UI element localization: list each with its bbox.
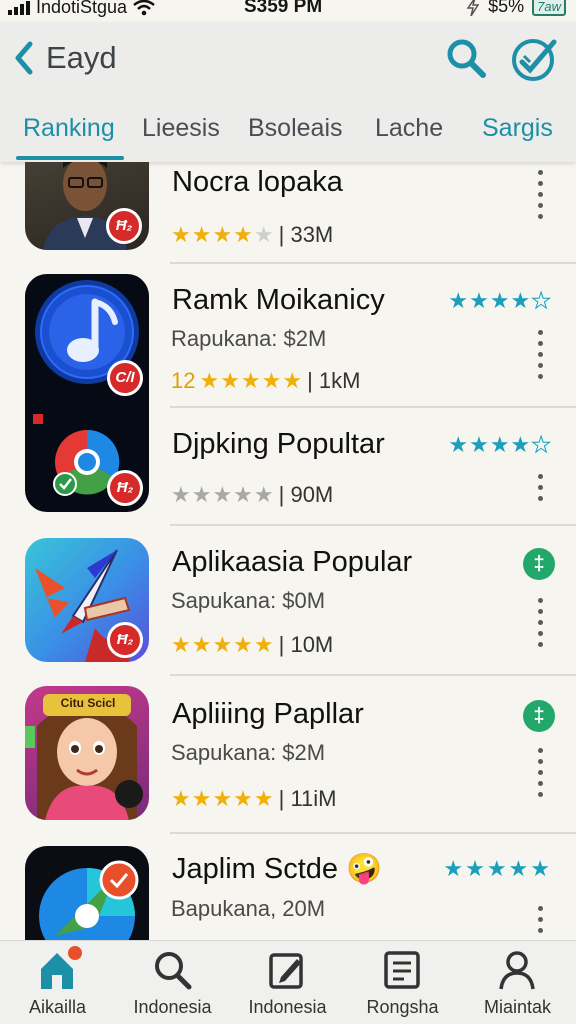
clock: S359 PM xyxy=(244,0,323,17)
tab-lache[interactable]: Lache xyxy=(375,114,443,143)
app-subtitle: Sapukana: $2M xyxy=(171,740,326,765)
right-rating-stars: ★★★★★ xyxy=(448,288,552,314)
right-rating-stars: ★★★★★ xyxy=(448,432,552,458)
tab-sargis[interactable]: Sargis xyxy=(482,114,553,143)
nav-label: Rongsha xyxy=(366,997,439,1017)
download-count: | 11iM xyxy=(278,786,337,811)
nav-item-document[interactable]: Rongsha xyxy=(345,941,460,1024)
page-title: Eayd xyxy=(46,40,117,75)
rating-stars: ★★★★★ xyxy=(171,632,275,657)
app-name: Djpking Popultar xyxy=(172,428,385,460)
notification-dot xyxy=(68,946,82,960)
nav-item-home[interactable]: Aikailla xyxy=(0,941,115,1024)
list-item[interactable]: Ħ₂ Nocra lopaka ★★★★★ | 33M xyxy=(0,162,576,264)
tab-lieesis[interactable]: Lieesis xyxy=(142,114,220,143)
list-item[interactable]: Djpking Popultar ★★★★★ ★★★★★ | 90M xyxy=(0,408,576,526)
tab-ranking[interactable]: Ranking xyxy=(23,114,115,143)
more-options-icon[interactable] xyxy=(533,330,547,379)
back-arrow-icon[interactable] xyxy=(8,36,40,80)
rating-stars: ★★★★★ xyxy=(199,368,304,393)
tab-bsoleais[interactable]: Bsoleais xyxy=(248,114,343,143)
app-name: Aplikaasia Popular xyxy=(172,546,413,578)
compass-globe-icon xyxy=(25,846,149,940)
nav-item-profile[interactable]: Miaintak xyxy=(460,941,575,1024)
more-options-icon[interactable] xyxy=(533,474,547,501)
app-ranking-list: Ħ₂ Nocra lopaka ★★★★★ | 33M C/I Ħ₂ Ramk … xyxy=(0,162,576,940)
rating-stars: ★★★★★ xyxy=(171,786,275,811)
active-tab-indicator xyxy=(16,156,124,160)
download-count: | 90M xyxy=(278,482,334,507)
battery-icon: 7aw xyxy=(532,0,566,16)
wifi-icon xyxy=(133,0,155,15)
search-icon[interactable] xyxy=(444,36,488,80)
nav-label: Miaintak xyxy=(483,997,552,1017)
right-rating-stars: ★★★★★ xyxy=(443,856,552,881)
app-name: Apliiing Papllar xyxy=(172,698,364,730)
list-item[interactable]: Citu Scicl Apliiing Papllar ‡ Sapukana: … xyxy=(0,676,576,834)
carrier-name: IndotiStgua xyxy=(36,0,128,17)
battery-percent: $5% xyxy=(488,0,525,16)
person-icon xyxy=(499,951,535,990)
more-options-icon[interactable] xyxy=(533,748,547,797)
download-count: | 10M xyxy=(278,632,334,657)
verified-badge-icon: ‡ xyxy=(523,548,555,580)
app-name: Japlim Sctde 🤪 xyxy=(172,853,383,885)
icon-badge: Ħ₂ xyxy=(107,622,143,658)
nav-label: Indonesia xyxy=(248,997,327,1017)
app-subtitle: Rapukana: $2M xyxy=(171,326,327,351)
rating-stars: ★★★★★ xyxy=(171,482,275,507)
icon-badge: Ħ₂ xyxy=(106,208,142,244)
list-item[interactable]: Ramk Moikanicy ★★★★★ Rapukana: $2M 12 ★★… xyxy=(0,264,576,408)
app-name: Nocra lopaka xyxy=(172,166,343,198)
rating-prefix: 12 xyxy=(171,368,196,393)
tab-bar: Ranking Lieesis Bsoleais Lache Sargis xyxy=(0,108,576,160)
edit-icon xyxy=(269,953,303,989)
more-options-icon[interactable] xyxy=(533,170,547,219)
bottom-navigation: Aikailla Indonesia Indonesia Rongsha Mia… xyxy=(0,940,576,1024)
download-count: | 33M xyxy=(278,222,334,247)
more-options-icon[interactable] xyxy=(533,906,547,933)
check-circle-icon[interactable] xyxy=(510,36,558,82)
search-icon xyxy=(155,952,192,990)
app-bar: Eayd Ranking Lieesis Bsoleais Lache Sarg… xyxy=(0,22,576,162)
app-name: Ramk Moikanicy xyxy=(172,284,385,316)
download-count: | 1kM xyxy=(307,368,361,393)
status-bar: IndotiStgua S359 PM $5% 7aw xyxy=(0,0,576,22)
nav-label: Indonesia xyxy=(133,997,212,1017)
signal-icon xyxy=(8,0,30,15)
list-item[interactable]: Japlim Sctde 🤪 ★★★★★ Bapukana, 20M xyxy=(0,834,576,940)
verified-badge-icon: ‡ xyxy=(523,700,555,732)
nav-item-search[interactable]: Indonesia xyxy=(115,941,230,1024)
nav-item-edit[interactable]: Indonesia xyxy=(230,941,345,1024)
list-item[interactable]: Ħ₂ Aplikaasia Popular ‡ Sapukana: $0M ★★… xyxy=(0,526,576,676)
icon-banner-text: Citu Scicl xyxy=(60,696,116,710)
app-subtitle: Bapukana, 20M xyxy=(171,896,326,921)
nav-label: Aikailla xyxy=(28,997,87,1017)
rating-stars: ★★★★★ xyxy=(171,222,275,247)
app-subtitle: Sapukana: $0M xyxy=(171,588,326,613)
document-icon xyxy=(384,951,420,989)
charging-icon xyxy=(466,0,480,16)
more-options-icon[interactable] xyxy=(533,598,547,647)
